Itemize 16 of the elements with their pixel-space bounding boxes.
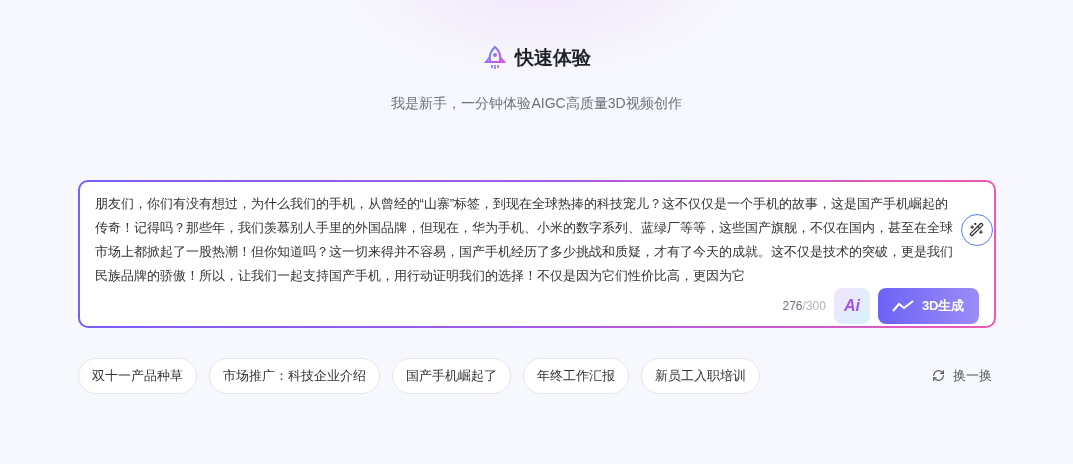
refresh-button[interactable]: 换一换 [931, 365, 996, 386]
text-input-field[interactable] [79, 181, 994, 326]
suggestion-chip[interactable]: 新员工入职培训 [640, 357, 760, 394]
prompt-text: 朋友们，你们有没有想过，为什么我们的手机，从曾经的“山寨”标签，到现在全球热捧的科技宠儿？这不仅仅是一个手机的故事，这是国产手机崛起的传奇！记得吗？那些年，我们羡慕别人手里的外国品牌，但现在，华为手机、小米的数字系列、蓝绿厂等等，这些国产旗舰，不仅在国内，甚至在全球市场上都掀起了一股热潮！但你知道吗？这一切来得并不容易，国产手机经历了多少挑战和质疑，才有了今天的成就。这不仅是技术的突破，更是我们民族品牌的骄傲！所以，让我们一起支持国产手机，用行动证明我们的选择！不仅是因为它们性价比高，更因为它 [94, 194, 953, 285]
suggestion-chip[interactable]: 双十一产品种草 [77, 357, 197, 394]
suggestion-chip[interactable]: 市场推广：科技企业介绍 [208, 357, 380, 394]
subtitle: 我是新手，一分钟体验AIGC高质量3D视频创作 [391, 93, 682, 113]
page-title: 快速体验 [514, 46, 591, 70]
magic-wand-icon [969, 222, 984, 237]
character-count: 276/300 [782, 297, 826, 315]
rocket-icon [482, 45, 507, 72]
suggestion-chip[interactable]: 年终工作汇报 [522, 357, 629, 394]
ai-button[interactable]: Ai [833, 287, 870, 324]
suggestion-chip[interactable]: 国产手机崛起了 [391, 357, 511, 394]
trend-line-icon [891, 299, 914, 312]
refresh-icon [931, 369, 945, 382]
